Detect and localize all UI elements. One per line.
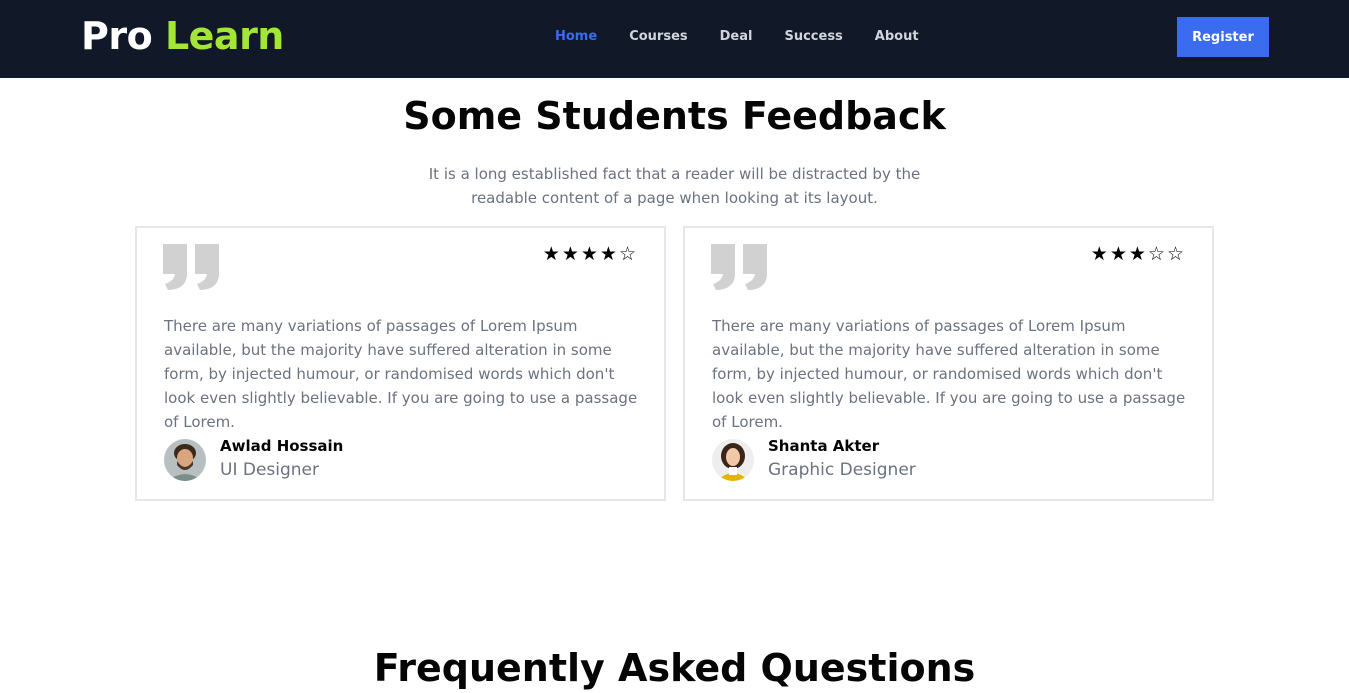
- author-role: UI Designer: [220, 460, 320, 480]
- testimonial-card: ★ ★ ★ ★ ☆ There are many variations of p…: [135, 226, 666, 501]
- main-nav: Home Courses Deal Success About: [555, 29, 919, 44]
- star-rating: ★ ★ ★ ★ ☆: [543, 245, 636, 265]
- testimonial-text: There are many variations of passages of…: [712, 317, 1186, 431]
- author-role: Graphic Designer: [768, 460, 916, 480]
- avatar: [712, 439, 754, 481]
- brand-part2: Learn: [164, 14, 284, 58]
- feedback-subtitle: It is a long established fact that a rea…: [428, 165, 921, 207]
- quote-icon: [711, 244, 767, 290]
- star-outline-icon: ☆: [618, 244, 636, 265]
- quote-icon: [163, 244, 219, 290]
- nav-link-success[interactable]: Success: [784, 29, 842, 44]
- star-rating: ★ ★ ★ ☆ ☆: [1091, 245, 1184, 265]
- avatar: [164, 439, 206, 481]
- star-outline-icon: ☆: [1147, 244, 1165, 265]
- nav-link-deal[interactable]: Deal: [720, 29, 753, 44]
- star-filled-icon: ★: [1109, 244, 1127, 265]
- nav-link-home[interactable]: Home: [555, 29, 597, 44]
- testimonial-card: ★ ★ ★ ☆ ☆ There are many variations of p…: [683, 226, 1214, 501]
- nav-link-about[interactable]: About: [875, 29, 919, 44]
- brand-part1: Pro: [81, 14, 153, 58]
- testimonial-text: There are many variations of passages of…: [164, 317, 638, 431]
- register-button[interactable]: Register: [1177, 17, 1269, 57]
- author-name: Awlad Hossain: [220, 437, 344, 455]
- star-filled-icon: ★: [542, 244, 560, 265]
- author-name: Shanta Akter: [768, 437, 880, 455]
- star-filled-icon: ★: [1128, 244, 1146, 265]
- nav-link-courses[interactable]: Courses: [629, 29, 687, 44]
- brand-logo[interactable]: Pro Learn: [81, 14, 284, 58]
- faq-section-title: Frequently Asked Questions: [373, 646, 976, 690]
- star-filled-icon: ★: [599, 244, 617, 265]
- star-filled-icon: ★: [580, 244, 598, 265]
- star-filled-icon: ★: [561, 244, 579, 265]
- star-filled-icon: ★: [1090, 244, 1108, 265]
- navbar: Pro Learn Home Courses Deal Success Abou…: [0, 0, 1349, 78]
- feedback-section-title: Some Students Feedback: [403, 94, 946, 138]
- star-outline-icon: ☆: [1166, 244, 1184, 265]
